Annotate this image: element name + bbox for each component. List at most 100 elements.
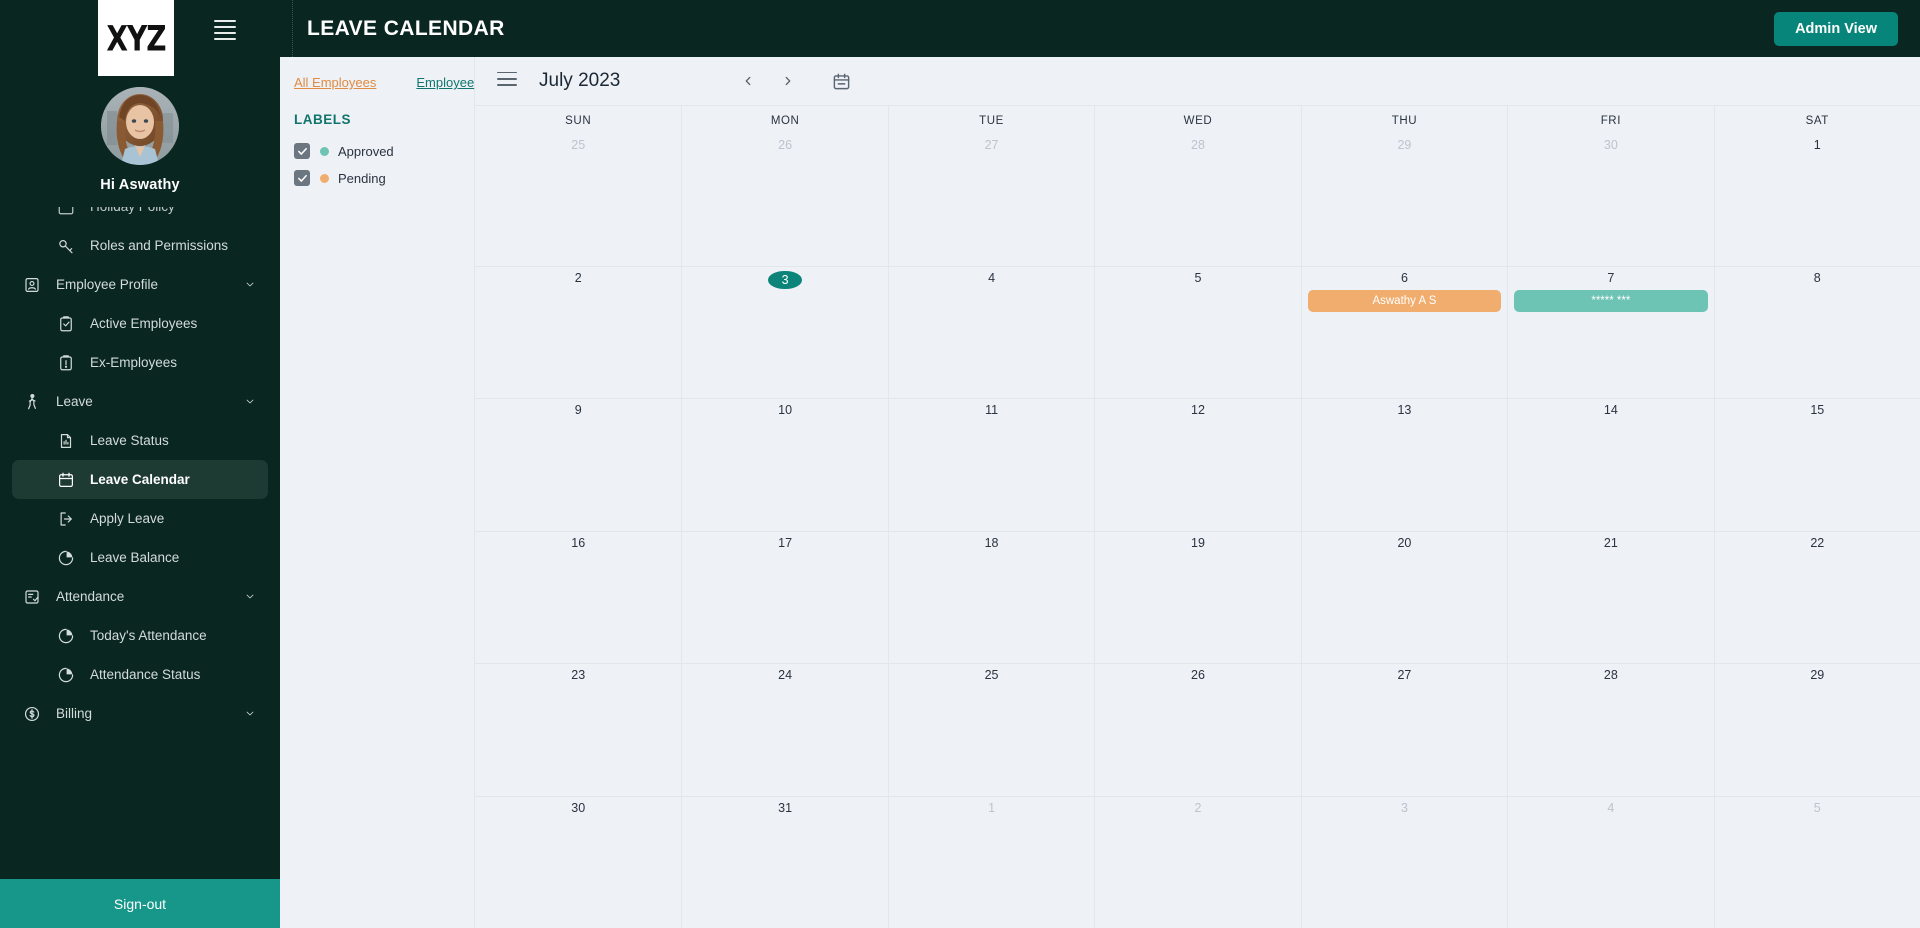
sidebar-item-billing[interactable]: Billing (12, 694, 268, 733)
calendar-day-cell[interactable]: 20 (1300, 531, 1507, 663)
legend-label: Approved (338, 143, 394, 159)
sidebar-item-label: Holiday Policy (90, 207, 175, 214)
calendar-day-cell[interactable]: 27 (887, 134, 1094, 266)
day-header-fri: FRI (1507, 106, 1713, 134)
sidebar-item-leave-calendar[interactable]: Leave Calendar (12, 460, 268, 499)
calendar-day-cell[interactable]: 30 (475, 797, 681, 928)
avatar[interactable] (101, 87, 179, 165)
sidebar-item-ex-employees[interactable]: Ex-Employees (12, 343, 268, 382)
sidebar-item-label: Attendance (56, 589, 125, 604)
legend-item-approved[interactable]: Approved (294, 143, 474, 159)
sidebar-item-leave-status[interactable]: Leave Status (12, 421, 268, 460)
legend-label: Pending (338, 170, 386, 186)
calendar-day-cell[interactable]: 25 (887, 664, 1094, 796)
sidebar-item-today-s-attendance[interactable]: Today's Attendance (12, 616, 268, 655)
day-number: 17 (778, 535, 793, 550)
sidebar-item-employee-profile[interactable]: Employee Profile (12, 265, 268, 304)
chevron-down-icon[interactable] (244, 708, 256, 720)
day-number: 25 (571, 138, 586, 152)
calendar-day-cell[interactable]: 31 (681, 796, 887, 928)
calendar-day-cell[interactable]: 17 (681, 531, 887, 663)
checkbox-approved[interactable] (294, 143, 310, 159)
calendar-day-cell[interactable]: 24 (681, 664, 887, 796)
calendar-day-cell[interactable]: 22 (1713, 531, 1920, 663)
sidebar-item-leave[interactable]: Leave (12, 382, 268, 421)
admin-view-button[interactable]: Admin View (1774, 11, 1898, 46)
sidebar-item-leave-balance[interactable]: Leave Balance (12, 538, 268, 577)
calendar-day-cell[interactable]: 1 (887, 796, 1094, 928)
checkbox-pending[interactable] (294, 170, 310, 186)
calendar-day-cell[interactable]: 26 (681, 134, 887, 266)
sidebar-item-attendance[interactable]: Attendance (12, 577, 268, 616)
calendar-day-cell[interactable]: 3 (681, 266, 887, 398)
sidebar-item-label: Leave (56, 394, 93, 409)
calendar-day-cell[interactable]: 10 (681, 399, 887, 531)
calendar-week-row: 30 31 1 2 3 4 5 (475, 795, 1920, 928)
chevron-down-icon[interactable] (244, 591, 256, 603)
calendar-day-cell[interactable]: 30 (1507, 134, 1713, 266)
prev-month-button[interactable] (738, 71, 758, 91)
calendar-day-cell[interactable]: 26 (1094, 664, 1300, 796)
day-number: 16 (571, 535, 586, 550)
chevron-down-icon[interactable] (244, 279, 256, 291)
calendar-day-cell[interactable]: 19 (1094, 531, 1300, 663)
sidebar-item-roles-and-permissions[interactable]: Roles and Permissions (12, 226, 268, 265)
calendar-day-cell[interactable]: 29 (1300, 134, 1507, 266)
day-number: 8 (1813, 270, 1821, 285)
calendar-day-cell[interactable]: 23 (475, 664, 681, 796)
calendar-event[interactable]: ***** *** (1514, 289, 1708, 312)
app-logo[interactable]: XYZ (98, 0, 174, 76)
calendar-day-cell[interactable]: 21 (1507, 531, 1713, 663)
calendar-day-cell[interactable]: 27 (1300, 664, 1507, 796)
calendar-menu-icon[interactable] (497, 71, 517, 91)
calendar-icon (834, 73, 850, 89)
sidebar-item-attendance-status[interactable]: Attendance Status (12, 655, 268, 694)
day-number: 5 (1194, 270, 1202, 285)
calendar-day-cell[interactable]: 3 (1300, 796, 1507, 928)
calendar-event[interactable]: Aswathy A S (1307, 289, 1502, 312)
calendar-day-cell[interactable]: 16 (475, 532, 681, 664)
calendar-day-cell[interactable]: 6 Aswathy A S (1300, 266, 1507, 398)
sidebar-item-apply-leave[interactable]: Apply Leave (12, 499, 268, 538)
calendar-day-cell[interactable]: 2 (1094, 796, 1300, 928)
calendar-day-cell[interactable]: 5 (1713, 796, 1920, 928)
calendar-day-cell[interactable]: 7 ***** *** (1507, 266, 1713, 398)
calendar-day-cell[interactable]: 18 (887, 531, 1094, 663)
calendar-day-cell[interactable]: 1 (1713, 134, 1920, 266)
signout-button[interactable]: Sign-out (0, 879, 280, 928)
calendar-day-cell[interactable]: 28 (1507, 664, 1713, 796)
calendar-day-cell[interactable]: 8 (1713, 266, 1920, 398)
calendar-day-cell[interactable]: 28 (1094, 134, 1300, 266)
sidebar-item-active-employees[interactable]: Active Employees (12, 304, 268, 343)
filter-employee[interactable]: Employee (416, 75, 474, 90)
calendar-day-cell[interactable]: 15 (1713, 399, 1920, 531)
calendar-day-cell[interactable]: 4 (887, 266, 1094, 398)
calendar-day-cell[interactable]: 5 (1094, 266, 1300, 398)
chevron-down-icon[interactable] (244, 396, 256, 408)
legend-item-pending[interactable]: Pending (294, 170, 474, 186)
calendar-day-cell[interactable]: 9 (475, 399, 681, 531)
calendar-day-cell[interactable]: 12 (1094, 399, 1300, 531)
filter-all-employees[interactable]: All Employees (294, 75, 376, 90)
calendar-day-cell[interactable]: 25 (475, 134, 681, 266)
calendar-day-cell[interactable]: 4 (1507, 796, 1713, 928)
calendar-day-cell[interactable]: 13 (1300, 399, 1507, 531)
day-header-mon: MON (681, 106, 887, 134)
sidebar-item-holiday-policy[interactable]: Holiday Policy (12, 207, 268, 226)
day-number: 29 (1810, 668, 1825, 682)
chevron-left-icon (745, 76, 751, 86)
calendar-day-cell[interactable]: 11 (887, 399, 1094, 531)
next-month-button[interactable] (778, 71, 798, 91)
sidebar-toggle-icon[interactable] (214, 20, 236, 44)
calendar-day-cell[interactable]: 29 (1713, 664, 1920, 796)
calendar-week-row: 2 3 4 5 6 Aswathy A S 7 ***** *** 8 (475, 265, 1920, 399)
labels-heading: LABELS (294, 112, 351, 127)
greeting-text: Hi Aswathy (100, 177, 180, 193)
day-number: 5 (1813, 800, 1821, 815)
calendar-day-cell[interactable]: 2 (475, 267, 681, 399)
calendar-day-cell[interactable]: 14 (1507, 399, 1713, 531)
day-number: 21 (1603, 535, 1618, 550)
date-picker-button[interactable] (832, 72, 851, 91)
day-number: 28 (1191, 138, 1205, 152)
day-number: 4 (988, 270, 996, 285)
